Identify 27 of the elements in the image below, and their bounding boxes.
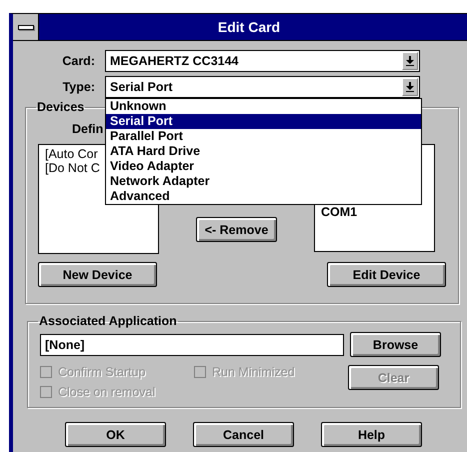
card-combo-box[interactable]: MEGAHERTZ CC3144 xyxy=(105,50,420,72)
application-field[interactable]: [None] xyxy=(40,334,344,356)
dropdown-arrow-icon xyxy=(406,82,414,92)
dropdown-option[interactable]: Parallel Port xyxy=(106,129,421,144)
dropdown-button[interactable] xyxy=(402,52,418,70)
dropdown-option[interactable]: Serial Port xyxy=(106,114,421,129)
group-title: Devices xyxy=(36,100,86,114)
checkbox-label: Run Minimized xyxy=(212,365,295,379)
window-title: Edit Card xyxy=(216,19,282,35)
dialog-button[interactable]: OK xyxy=(65,422,166,447)
group-title: Associated Application xyxy=(38,314,178,328)
type-label: Type: xyxy=(62,80,95,94)
new-device-button[interactable]: New Device xyxy=(38,262,157,287)
dialog-button[interactable]: Cancel xyxy=(193,422,294,447)
dropdown-button[interactable] xyxy=(402,78,418,96)
list-label: Defin xyxy=(72,122,104,136)
card-label: Card: xyxy=(61,54,95,68)
remove-button[interactable]: <- Remove xyxy=(196,217,278,242)
system-menu-button[interactable] xyxy=(13,14,39,40)
list-item[interactable]: COM1 xyxy=(321,205,428,219)
checkbox-label: Close on removal xyxy=(58,385,156,399)
edit-device-button[interactable]: Edit Device xyxy=(327,262,446,287)
dropdown-arrow-icon xyxy=(406,56,414,66)
checkbox-label: Confirm Startup xyxy=(58,365,146,379)
dialog-button[interactable]: Help xyxy=(321,422,422,447)
dropdown-option[interactable]: Unknown xyxy=(106,99,421,114)
browse-button[interactable]: Browse xyxy=(350,332,441,357)
